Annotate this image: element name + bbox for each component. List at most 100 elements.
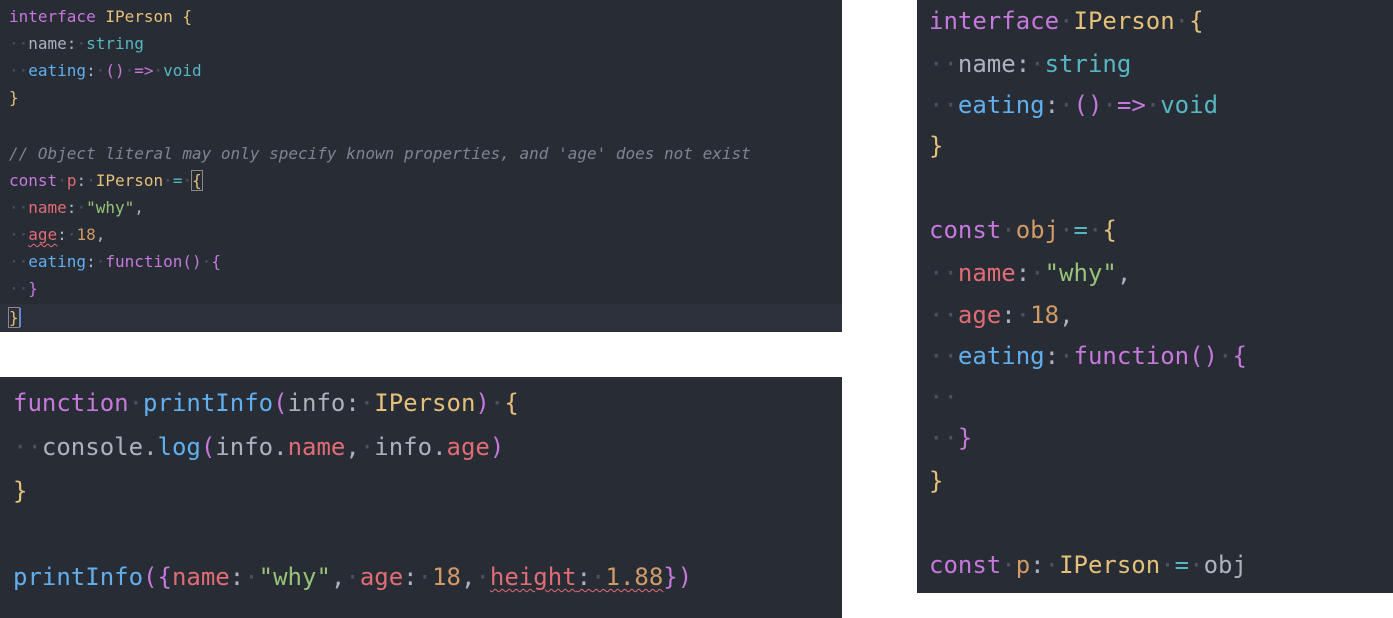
text-cursor xyxy=(18,308,21,327)
keyword: const xyxy=(929,216,1002,244)
property: name xyxy=(287,433,346,461)
brace: } xyxy=(929,467,944,495)
colon: : xyxy=(76,171,87,190)
object: console xyxy=(41,433,144,461)
colon: : xyxy=(86,252,96,271)
code-editor-bottom[interactable]: function·printInfo(info:·IPerson)·{ ··co… xyxy=(0,377,842,618)
code-editor-right[interactable]: interface·IPerson·{ ··name:·string ··eat… xyxy=(917,0,1393,593)
type-name: IPerson xyxy=(105,7,173,26)
property: eating xyxy=(28,252,87,271)
comma: , xyxy=(460,563,476,591)
property: age xyxy=(957,301,1002,329)
brace: { xyxy=(1189,7,1204,35)
function-name: printInfo xyxy=(143,389,274,417)
brace: } xyxy=(8,307,20,328)
code-line: ··name:·"why", xyxy=(9,198,144,217)
brace: { xyxy=(1232,342,1247,370)
colon: : xyxy=(86,61,96,80)
paren: () xyxy=(182,252,202,271)
keyword: function xyxy=(13,389,129,417)
function-call: printInfo xyxy=(13,563,144,591)
colon: : xyxy=(345,389,360,417)
keyword: function xyxy=(105,252,183,271)
paren: () xyxy=(105,61,125,80)
colon: : xyxy=(66,34,77,53)
keyword: const xyxy=(929,551,1002,579)
code-line: } xyxy=(0,84,842,111)
code-line: ··} xyxy=(9,279,38,298)
code-line: ··eating:·function()·{ xyxy=(929,342,1247,370)
brace: { xyxy=(191,170,203,191)
error-property: height xyxy=(489,563,577,591)
colon: : xyxy=(1015,259,1031,287)
type-name: IPerson xyxy=(95,171,164,190)
arrow: => xyxy=(134,61,154,80)
colon: : xyxy=(1030,551,1045,579)
code-line: printInfo({name:·"why",·age:·18,·height:… xyxy=(13,563,693,591)
brace: { xyxy=(211,252,221,271)
code-line: } xyxy=(917,126,1393,167)
paren: ) xyxy=(489,433,505,461)
keyword: const xyxy=(9,171,58,190)
brace: { xyxy=(182,7,193,26)
colon: : xyxy=(403,563,418,591)
colon: : xyxy=(1015,50,1031,78)
property: name xyxy=(957,50,1016,78)
code-line: interface IPerson { xyxy=(0,3,842,30)
code-line: ··eating:·()·=>·void xyxy=(929,91,1219,119)
variable: obj xyxy=(1015,216,1060,244)
paren: ({ xyxy=(143,563,172,591)
code-line: ··age:·18, xyxy=(9,225,106,244)
property: eating xyxy=(28,61,87,80)
brace: } xyxy=(929,132,944,160)
string-value: "why" xyxy=(86,198,135,217)
code-line: } xyxy=(0,469,842,513)
number-value: 1.88 xyxy=(605,563,664,591)
variable: p xyxy=(66,171,77,190)
string-value: "why" xyxy=(258,563,331,591)
paren: () xyxy=(1073,91,1103,119)
code-line: ··age:·18, xyxy=(929,301,1074,329)
colon: : xyxy=(576,563,592,591)
return-type: void xyxy=(163,61,202,80)
comma: , xyxy=(345,433,360,461)
brace: } xyxy=(13,477,28,505)
code-line: } xyxy=(917,461,1393,502)
number-value: 18 xyxy=(76,225,96,244)
property: age xyxy=(359,563,404,591)
comma: , xyxy=(1059,301,1074,329)
code-line: ··name:·string xyxy=(929,50,1132,78)
code-line: interface·IPerson·{ xyxy=(929,7,1204,35)
property: age xyxy=(446,433,490,461)
comma: , xyxy=(95,225,106,244)
colon: : xyxy=(1044,91,1060,119)
paren: ( xyxy=(200,433,216,461)
type-name: IPerson xyxy=(1073,7,1175,35)
comma: , xyxy=(134,198,144,217)
code-line-current: } xyxy=(0,304,842,331)
type-name: IPerson xyxy=(374,389,476,417)
code-line: const·p:·IPerson·=·obj xyxy=(929,551,1247,579)
colon: : xyxy=(1044,342,1060,370)
comma: , xyxy=(330,563,346,591)
parameter: info xyxy=(287,389,346,417)
variable: p xyxy=(1015,551,1031,579)
type-name: IPerson xyxy=(1059,551,1161,579)
return-type: void xyxy=(1160,91,1219,119)
property: eating xyxy=(957,342,1045,370)
colon: : xyxy=(229,563,245,591)
code-line: // Object literal may only specify known… xyxy=(0,140,842,167)
code-editor-top[interactable]: interface IPerson { ··name:·string ··eat… xyxy=(0,0,842,332)
string-value: "why" xyxy=(1044,259,1117,287)
argument: info xyxy=(215,433,274,461)
colon: : xyxy=(66,198,77,217)
paren: ) xyxy=(475,389,490,417)
code-line: ··eating:·function()·{ xyxy=(9,252,221,271)
code-line: ··} xyxy=(929,424,973,452)
code-line: ··eating:·()·=>·void xyxy=(9,61,202,80)
property: eating xyxy=(957,91,1045,119)
dot: . xyxy=(432,433,447,461)
colon: : xyxy=(1001,301,1016,329)
code-line: ··name:·"why", xyxy=(929,259,1132,287)
paren: }) xyxy=(663,563,693,591)
